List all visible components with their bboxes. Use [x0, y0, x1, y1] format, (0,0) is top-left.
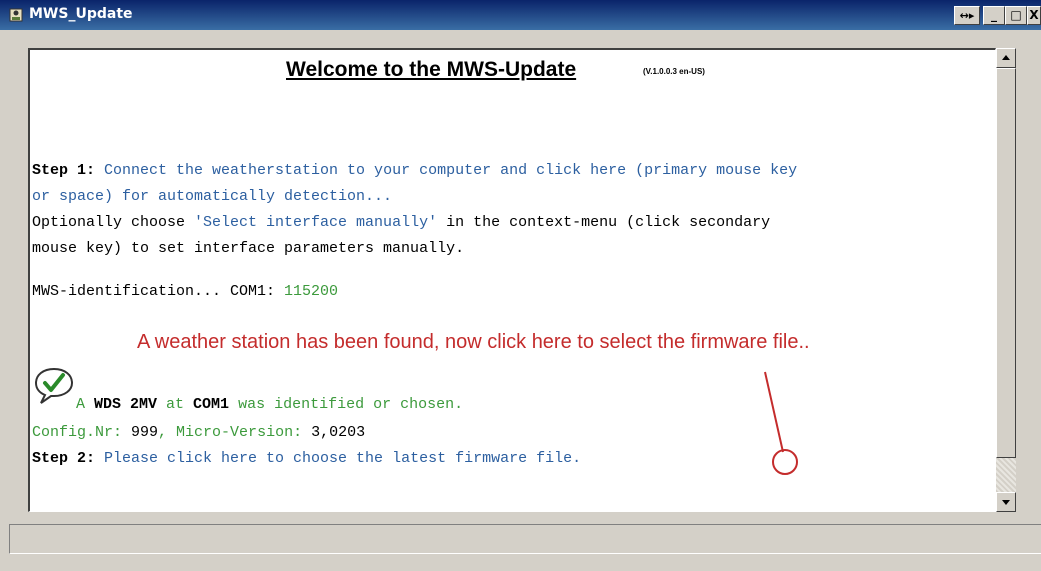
step2-label: Step 2:: [32, 450, 96, 467]
maximize-button[interactable]: □: [1005, 6, 1027, 25]
page-title: Welcome to the MWS-Update: [286, 58, 577, 81]
optional-text-a: Optionally choose 'Select interface manu…: [32, 214, 770, 231]
checkmark-bubble-icon: [34, 367, 74, 404]
config-line: Config.Nr: 999, Micro-Version: 3,0203: [32, 424, 365, 441]
scroll-down-button[interactable]: [996, 492, 1016, 512]
version-label: (V.1.0.0.3 en-US): [643, 67, 705, 76]
found-b: at: [157, 396, 194, 413]
found-c: was identified or chosen.: [229, 396, 464, 413]
config-nr: 999: [131, 424, 159, 441]
annotation-pointer: [764, 371, 798, 475]
optional-quoted: 'Select interface manually': [194, 214, 438, 231]
step1-text-b[interactable]: or space) for automatically detection...: [32, 188, 392, 205]
optional-text-b: mouse key) to set interface parameters m…: [32, 240, 465, 257]
restore-resize-button[interactable]: ↔▸: [954, 6, 980, 25]
arrow-down-icon: [1002, 500, 1010, 505]
arrow-up-icon: [1002, 55, 1010, 60]
ident-prefix: MWS-identification... COM1:: [32, 283, 285, 300]
step1-label: Step 1:: [32, 162, 96, 179]
found-a: A: [76, 396, 95, 413]
optional-prefix: Optionally choose: [32, 214, 195, 231]
scroll-up-button[interactable]: [996, 48, 1016, 68]
step1-text-a: Connect the weatherstation to your compu…: [95, 162, 798, 179]
vertical-scrollbar[interactable]: [996, 48, 1016, 512]
micro-version: 3,0203: [311, 424, 366, 441]
found-device: WDS 2MV: [94, 396, 158, 413]
scroll-thumb[interactable]: [996, 68, 1016, 458]
window-title: MWS_Update: [29, 6, 133, 22]
annotation-text: A weather station has been found, now cl…: [137, 331, 810, 353]
weather-station-icon: [9, 8, 23, 22]
found-port: COM1: [193, 396, 230, 413]
found-line: A WDS 2MV at COM1 was identified or chos…: [76, 396, 463, 413]
identification-line: MWS-identification... COM1: 115200: [32, 283, 338, 300]
update-content-panel[interactable]: [28, 48, 996, 512]
optional-suffix: in the context-menu (click secondary: [437, 214, 771, 231]
config-label: Config.Nr:: [32, 424, 132, 441]
close-button[interactable]: X: [1027, 6, 1041, 25]
status-bar: [9, 524, 1041, 554]
step2-link[interactable]: Step 2: Please click here to choose the …: [32, 450, 581, 467]
minimize-button[interactable]: _: [983, 6, 1005, 25]
step1-link[interactable]: Step 1: Connect the weatherstation to yo…: [32, 162, 797, 179]
title-bar[interactable]: MWS_Update ↔▸ _ □ X: [0, 0, 1041, 30]
step2-text: Please click here to choose the latest f…: [95, 450, 582, 467]
micro-label: , Micro-Version:: [158, 424, 312, 441]
ident-baud: 115200: [284, 283, 339, 300]
